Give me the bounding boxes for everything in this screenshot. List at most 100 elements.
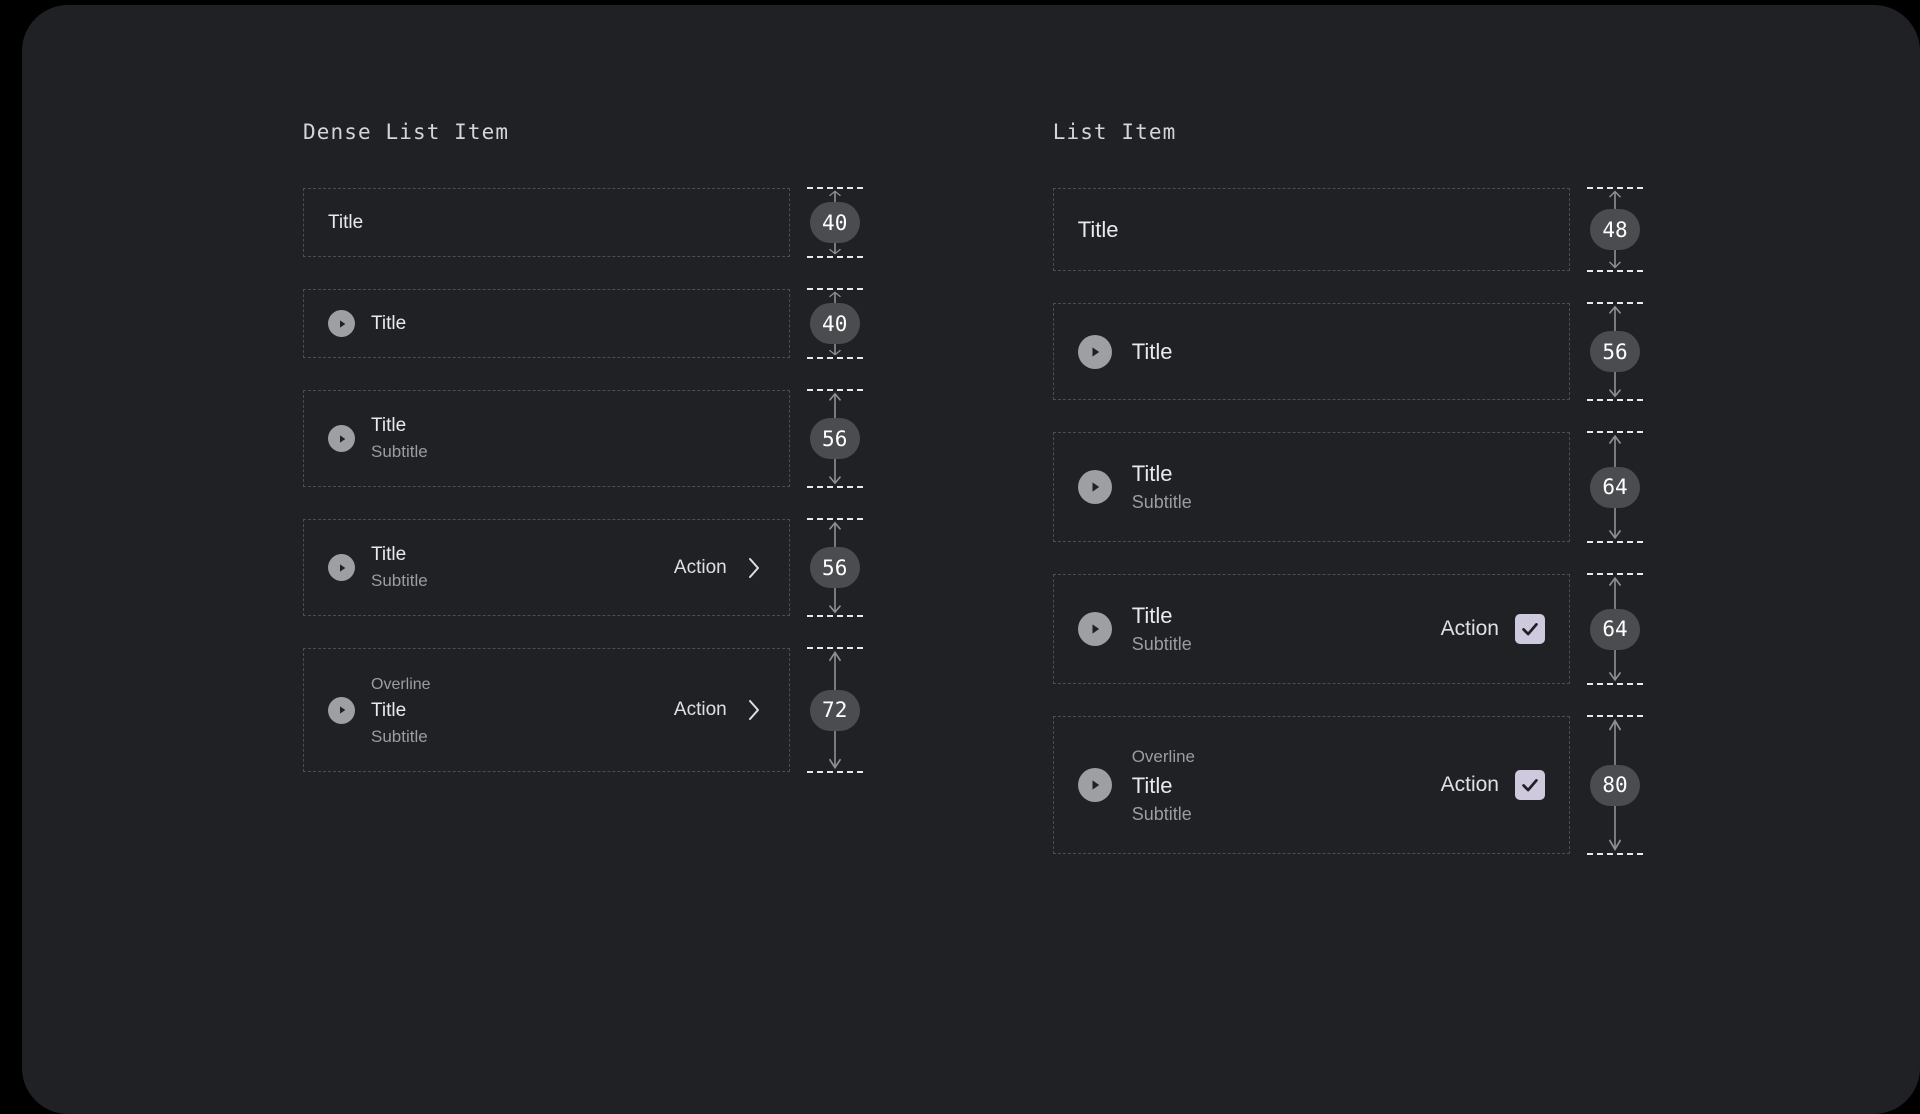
spec-columns: Dense List Item Title 40 Title 40 Title Subtit…: [303, 120, 1643, 855]
list-item-subtitle: Subtitle: [1131, 803, 1192, 824]
list-item-title: Title: [1077, 216, 1119, 242]
list-item[interactable]: Title Subtitle Action: [303, 519, 790, 616]
list-item[interactable]: Title: [303, 289, 790, 358]
list-item-leading: [1077, 768, 1132, 802]
height-measure: 64: [1587, 431, 1643, 543]
measure-cap-top: [1587, 715, 1643, 717]
height-measure: 48: [1587, 187, 1643, 272]
measure-cap-top: [806, 389, 863, 391]
height-measure: 56: [806, 518, 863, 617]
height-badge: 64: [1590, 608, 1640, 650]
list-item[interactable]: Overline Title Subtitle Action: [1052, 716, 1570, 854]
spec-row: Title Subtitle 56: [303, 389, 863, 488]
spec-row: Title Subtitle Action 64: [1052, 573, 1643, 685]
checkbox-checked-icon[interactable]: [1515, 614, 1545, 644]
list-item-trailing: Action: [1441, 614, 1545, 644]
list-item-leading: [328, 554, 371, 581]
measure-cap-top: [1587, 431, 1643, 433]
list-item[interactable]: Title: [303, 188, 790, 257]
height-measure: 56: [1587, 302, 1643, 401]
list-item-subtitle: Subtitle: [371, 442, 428, 461]
height-measure: 40: [806, 187, 863, 258]
list-item-text: Title: [1078, 215, 1545, 245]
height-measure: 72: [806, 647, 863, 773]
spec-row: Title Subtitle Action 56: [303, 518, 863, 617]
height-measure: 40: [806, 288, 863, 359]
measure-cap-bottom: [806, 486, 863, 488]
list-item-title: Title: [1131, 602, 1173, 628]
measure-cap-bottom: [806, 357, 863, 359]
chevron-right-icon[interactable]: [743, 553, 765, 583]
spec-column-dense: Dense List Item Title 40 Title 40 Title Subtit…: [303, 120, 863, 773]
measure-cap-bottom: [1587, 399, 1643, 401]
measure-cap-bottom: [1587, 270, 1643, 272]
play-circle-icon[interactable]: [328, 554, 355, 581]
height-measure: 64: [1587, 573, 1643, 685]
list-item[interactable]: Overline Title Subtitle Action: [303, 648, 790, 772]
checkbox-checked-icon[interactable]: [1515, 770, 1545, 800]
height-badge: 40: [809, 303, 860, 344]
measure-cap-top: [806, 647, 863, 649]
measure-cap-bottom: [1587, 853, 1643, 855]
height-badge: 56: [809, 547, 860, 588]
list-item-text: Title Subtitle: [371, 413, 765, 464]
list-item-text: Title: [1132, 337, 1545, 367]
list-item-title: Title: [328, 211, 364, 233]
play-circle-icon[interactable]: [1077, 612, 1112, 646]
measure-cap-bottom: [806, 615, 863, 617]
list-item-leading: [1077, 334, 1132, 369]
list-item-leading: [328, 425, 371, 452]
play-circle-icon[interactable]: [328, 696, 355, 724]
play-circle-icon[interactable]: [1077, 470, 1112, 504]
list-item-text: Title Subtitle: [1132, 459, 1545, 516]
list-item-subtitle: Subtitle: [371, 571, 428, 590]
action-label[interactable]: Action: [674, 557, 727, 579]
height-badge: 64: [1590, 466, 1640, 508]
play-circle-icon[interactable]: [328, 425, 355, 452]
list-item-content: Title: [304, 310, 789, 337]
play-circle-icon[interactable]: [1077, 768, 1112, 802]
spec-row: Title 40: [303, 187, 863, 258]
measure-cap-bottom: [806, 256, 863, 258]
spec-row: Title 40: [303, 288, 863, 359]
list-item-subtitle: Subtitle: [371, 726, 428, 746]
list-item-trailing: Action: [1441, 770, 1545, 800]
measure-cap-top: [1587, 302, 1643, 304]
list-item-title: Title: [1131, 460, 1173, 486]
measure-cap-top: [806, 518, 863, 520]
list-item[interactable]: Title Subtitle: [1052, 432, 1570, 542]
measure-cap-bottom: [806, 771, 863, 773]
list-item[interactable]: Title: [1052, 303, 1570, 400]
list-item[interactable]: Title: [1052, 188, 1570, 271]
height-badge: 40: [809, 202, 860, 243]
action-label[interactable]: Action: [1441, 617, 1499, 641]
height-badge: 48: [1590, 209, 1640, 250]
list-item-text: Overline Title Subtitle: [1132, 743, 1441, 828]
list-item-subtitle: Subtitle: [1131, 491, 1192, 512]
list-item[interactable]: Title Subtitle Action: [1052, 574, 1570, 684]
play-circle-icon[interactable]: [1077, 334, 1112, 369]
list-item-leading: [328, 310, 371, 337]
list-item-content: Title: [1054, 215, 1569, 245]
list-item-content: Overline Title Subtitle Action: [304, 672, 789, 749]
play-circle-icon[interactable]: [328, 310, 355, 337]
height-badge: 56: [1590, 331, 1640, 372]
list-item-title: Title: [1131, 338, 1173, 364]
chevron-right-icon[interactable]: [743, 695, 765, 725]
list-item[interactable]: Title Subtitle: [303, 390, 790, 487]
list-item-text: Title Subtitle: [1132, 601, 1441, 658]
list-item-trailing: Action: [674, 553, 765, 583]
measure-cap-top: [1587, 573, 1643, 575]
height-measure: 80: [1587, 715, 1643, 855]
height-measure: 56: [806, 389, 863, 488]
list-item-title: Title: [371, 312, 407, 334]
action-label[interactable]: Action: [674, 699, 727, 721]
height-badge: 72: [809, 689, 860, 731]
list-item-title: Title: [371, 544, 407, 565]
measure-cap-bottom: [1587, 683, 1643, 685]
list-item-content: Title: [1054, 334, 1569, 369]
action-label[interactable]: Action: [1441, 773, 1499, 797]
spec-row: Overline Title Subtitle Action 80: [1052, 715, 1643, 855]
spec-row: Title Subtitle 64: [1052, 431, 1643, 543]
height-badge: 80: [1590, 764, 1640, 806]
